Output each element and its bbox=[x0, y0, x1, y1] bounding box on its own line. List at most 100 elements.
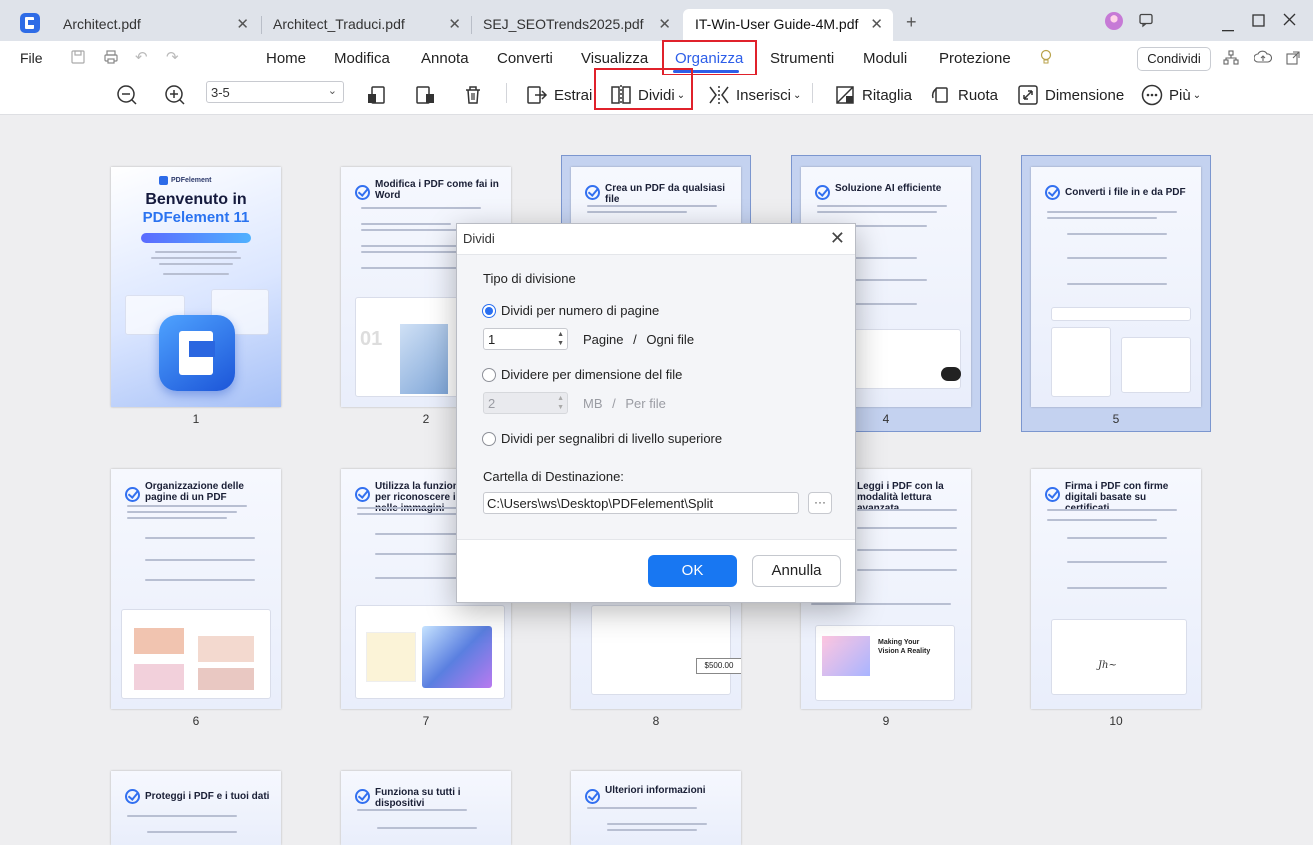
ok-button[interactable]: OK bbox=[648, 555, 737, 587]
close-icon[interactable]: ✕ bbox=[870, 15, 883, 33]
text-line bbox=[357, 513, 457, 515]
menu-annota[interactable]: Annota bbox=[421, 50, 469, 67]
tab-architect-traduci[interactable]: Architect_Traduci.pdf ✕ bbox=[261, 9, 471, 41]
zoom-out-icon[interactable] bbox=[116, 82, 144, 108]
close-icon[interactable]: ✕ bbox=[830, 228, 845, 249]
size-per-file-input[interactable]: 2 ▲ ▼ bbox=[483, 392, 568, 414]
text-line bbox=[145, 537, 255, 539]
window-close-icon[interactable] bbox=[1283, 13, 1297, 31]
redo-icon[interactable]: ↷ bbox=[166, 48, 179, 66]
split-by-pages-label[interactable]: Dividi per numero di pagine bbox=[501, 303, 659, 318]
unit-separator: / bbox=[633, 332, 637, 347]
active-menu-indicator bbox=[673, 70, 739, 73]
tab-label: Architect.pdf bbox=[63, 16, 141, 32]
size-unit: MB bbox=[583, 396, 603, 411]
size-per-file-value: 2 bbox=[488, 396, 496, 411]
page-thumbnail-11[interactable]: Proteggi i PDF e i tuoi dati bbox=[111, 771, 281, 845]
split-button[interactable]: Dividi ⌄ bbox=[610, 82, 685, 108]
lightbulb-icon[interactable] bbox=[1038, 48, 1054, 69]
undo-icon[interactable]: ↶ bbox=[135, 48, 148, 66]
minimize-icon[interactable] bbox=[1222, 19, 1236, 36]
text-line bbox=[1067, 587, 1167, 589]
rotate-button[interactable]: Ruota bbox=[930, 82, 998, 108]
tab-sej-seotrends[interactable]: SEJ_SEOTrends2025.pdf ✕ bbox=[471, 9, 681, 41]
radio-split-by-bookmarks[interactable] bbox=[482, 432, 496, 446]
menu-strumenti[interactable]: Strumenti bbox=[770, 50, 834, 67]
radio-split-by-pages[interactable] bbox=[482, 304, 496, 318]
destination-folder-input[interactable]: C:\Users\ws\Desktop\PDFelement\Split bbox=[483, 492, 799, 514]
text-line bbox=[587, 807, 697, 809]
close-icon[interactable]: ✕ bbox=[236, 15, 249, 33]
split-by-bookmarks-label[interactable]: Dividi per segnalibri di livello superio… bbox=[501, 431, 722, 446]
page-thumbnail-5[interactable]: Converti i file in e da PDF bbox=[1031, 167, 1201, 407]
menu-protezione[interactable]: Protezione bbox=[939, 50, 1011, 67]
menu-modifica[interactable]: Modifica bbox=[334, 50, 390, 67]
text-line bbox=[1047, 509, 1177, 511]
page-thumbnail-1[interactable]: PDFelement Benvenuto in PDFelement 11 bbox=[111, 167, 281, 407]
insert-page-after-icon[interactable] bbox=[414, 82, 442, 108]
chevron-up-icon[interactable]: ▲ bbox=[557, 331, 564, 339]
tab-it-win-user-guide[interactable]: IT-Win-User Guide-4M.pdf ✕ bbox=[683, 9, 893, 41]
mock-window: Jh~ bbox=[1051, 619, 1187, 695]
chevron-up-icon[interactable]: ▲ bbox=[557, 395, 564, 403]
pdfelement-logo-icon[interactable] bbox=[20, 13, 40, 33]
avatar[interactable] bbox=[1105, 12, 1123, 30]
chevron-down-icon[interactable]: ▼ bbox=[557, 340, 564, 348]
insert-button[interactable]: Inserisci ⌄ bbox=[708, 82, 801, 108]
message-icon[interactable] bbox=[1138, 12, 1154, 32]
thumbnail-title: Converti i file in e da PDF bbox=[1065, 187, 1186, 198]
browse-folder-button[interactable]: ··· bbox=[808, 492, 832, 514]
page-thumbnail-12[interactable]: Funziona su tutti i dispositivi bbox=[341, 771, 511, 845]
thumbnail-title: Ulteriori informazioni bbox=[605, 785, 706, 796]
extract-button[interactable]: Estrai bbox=[526, 82, 592, 108]
maximize-icon[interactable] bbox=[1252, 14, 1266, 32]
pages-unit: Pagine bbox=[583, 332, 624, 347]
menu-moduli[interactable]: Moduli bbox=[863, 50, 907, 67]
text-line bbox=[607, 823, 707, 825]
pages-per-file-input[interactable]: 1 ▲ ▼ bbox=[483, 328, 568, 350]
crop-button[interactable]: Ritaglia bbox=[834, 82, 912, 108]
menu-converti[interactable]: Converti bbox=[497, 50, 553, 67]
chevron-down-icon: ⌄ bbox=[1192, 89, 1202, 101]
menu-bar bbox=[0, 41, 1313, 75]
text-line bbox=[159, 263, 233, 265]
cancel-button[interactable]: Annulla bbox=[752, 555, 841, 587]
close-icon[interactable]: ✕ bbox=[448, 15, 461, 33]
insert-page-before-icon[interactable] bbox=[366, 82, 394, 108]
page-number: 7 bbox=[422, 714, 430, 728]
pages-unit-label: Pagine / Ogni file bbox=[583, 332, 694, 347]
split-by-size-label[interactable]: Dividere per dimensione del file bbox=[501, 367, 682, 382]
check-circle-icon bbox=[1045, 185, 1060, 200]
cloud-upload-icon[interactable] bbox=[1253, 49, 1273, 69]
page-thumbnail-10[interactable]: Firma i PDF con firme digitali basate su… bbox=[1031, 469, 1201, 709]
org-chart-icon[interactable] bbox=[1223, 50, 1239, 70]
close-icon[interactable]: ✕ bbox=[658, 15, 671, 33]
more-button[interactable]: Più ⌄ bbox=[1141, 82, 1201, 108]
trash-icon[interactable] bbox=[462, 82, 490, 108]
print-icon[interactable] bbox=[103, 49, 119, 69]
pdfelement-logo-icon bbox=[159, 315, 235, 391]
new-tab-icon[interactable]: + bbox=[906, 12, 917, 33]
text-line bbox=[361, 229, 471, 231]
menu-organizza[interactable]: Organizza bbox=[675, 50, 743, 67]
save-icon[interactable] bbox=[70, 49, 86, 69]
page-thumbnail-6[interactable]: Organizzazione delle pagine di un PDF bbox=[111, 469, 281, 709]
page-size-button[interactable]: Dimensione bbox=[1017, 82, 1124, 108]
page-number: 9 bbox=[882, 714, 890, 728]
zoom-in-icon[interactable] bbox=[164, 82, 192, 108]
text-line bbox=[857, 509, 957, 511]
page-range-select[interactable]: 3-5 ⌄ bbox=[206, 81, 344, 103]
chevron-down-icon[interactable]: ▼ bbox=[557, 404, 564, 412]
toolbar-divider bbox=[506, 83, 507, 103]
share-button[interactable]: Condividi bbox=[1137, 47, 1211, 71]
split-dialog: Dividi ✕ Tipo di divisione Dividi per nu… bbox=[456, 223, 856, 603]
photo-tile bbox=[198, 668, 254, 690]
radio-split-by-size[interactable] bbox=[482, 368, 496, 382]
menu-visualizza[interactable]: Visualizza bbox=[581, 50, 648, 67]
tab-architect[interactable]: Architect.pdf ✕ bbox=[51, 9, 259, 41]
page-thumbnail-13[interactable]: Ulteriori informazioni bbox=[571, 771, 741, 845]
open-external-icon[interactable] bbox=[1285, 50, 1301, 70]
menu-file[interactable]: File bbox=[20, 50, 43, 66]
check-circle-icon bbox=[355, 185, 370, 200]
menu-home[interactable]: Home bbox=[266, 50, 306, 67]
